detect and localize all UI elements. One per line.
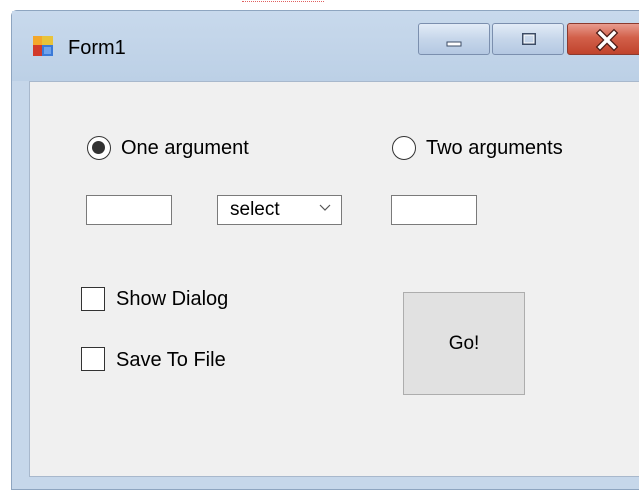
operator-select[interactable]: select [217, 195, 342, 225]
maximize-button[interactable] [492, 23, 564, 55]
first-argument-input[interactable] [86, 195, 172, 225]
second-argument-input[interactable] [391, 195, 477, 225]
save-to-file-label[interactable]: Save To File [116, 348, 226, 372]
close-icon [595, 28, 619, 52]
form-window: Form1 [11, 10, 639, 490]
radio-two-arguments[interactable] [392, 136, 416, 160]
winforms-app-icon [33, 36, 53, 56]
minimize-icon [446, 41, 462, 47]
spellcheck-underline [242, 1, 324, 4]
chevron-down-icon [319, 204, 331, 211]
radio-selected-dot [92, 141, 105, 154]
minimize-button[interactable] [418, 23, 490, 55]
maximize-icon [522, 33, 536, 45]
radio-one-argument[interactable] [87, 136, 111, 160]
close-button[interactable] [567, 23, 639, 55]
show-dialog-checkbox[interactable] [81, 287, 105, 311]
radio-one-argument-label[interactable]: One argument [121, 136, 249, 160]
radio-two-arguments-label[interactable]: Two arguments [426, 136, 563, 160]
operator-select-value: select [230, 199, 280, 220]
title-bar[interactable]: Form1 [12, 11, 639, 81]
go-button[interactable]: Go! [403, 292, 525, 395]
show-dialog-label[interactable]: Show Dialog [116, 287, 228, 311]
save-to-file-checkbox[interactable] [81, 347, 105, 371]
window-title: Form1 [68, 37, 126, 59]
